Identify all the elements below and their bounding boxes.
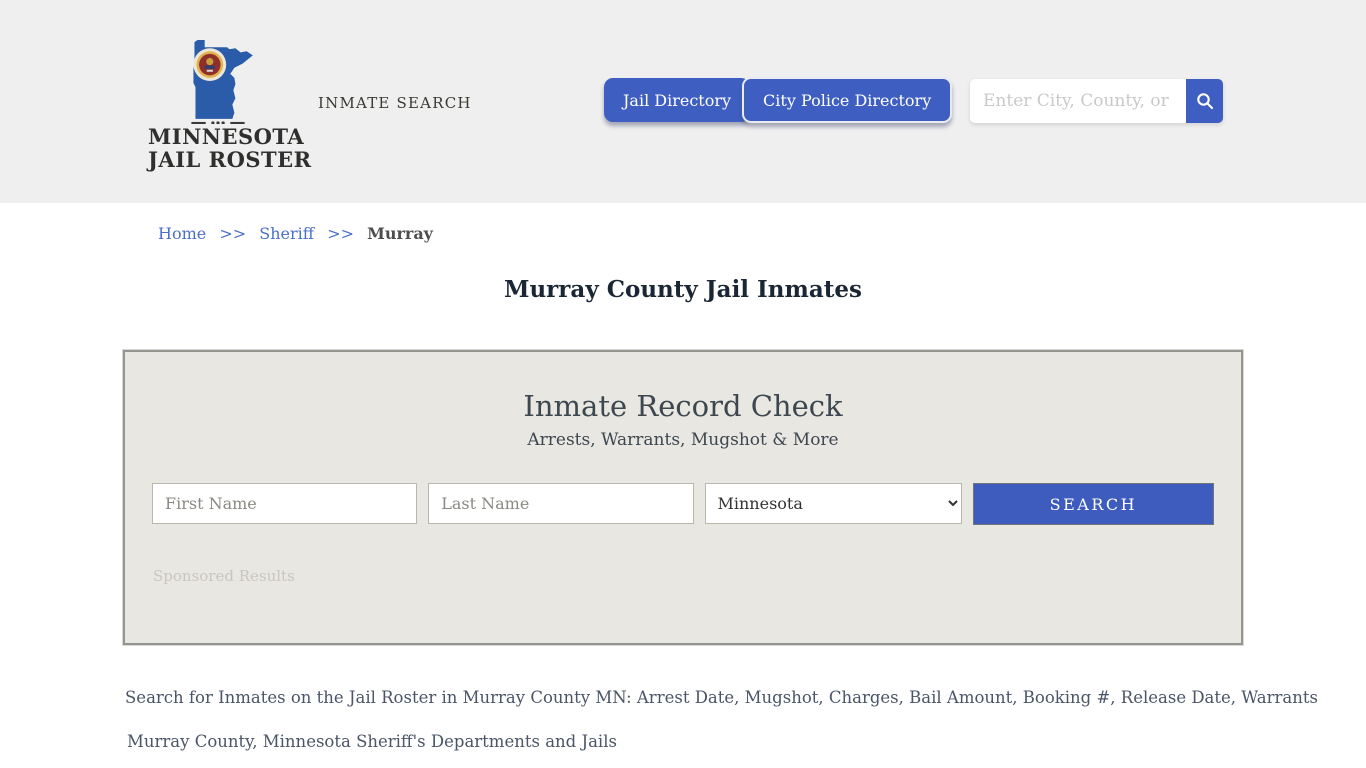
breadcrumb-home-link[interactable]: Home (158, 224, 206, 243)
breadcrumb-separator: >> (219, 224, 246, 243)
breadcrumb-separator: >> (327, 224, 354, 243)
search-icon (1195, 91, 1215, 111)
footer-county-line: Murray County, Minnesota Sheriff's Depar… (127, 732, 1366, 751)
search-submit-button[interactable]: SEARCH (973, 483, 1214, 525)
jail-directory-button[interactable]: Jail Directory (604, 78, 750, 122)
header: MINNESOTA JAIL ROSTER INMATE SEARCH Jail… (0, 0, 1366, 203)
city-police-directory-button[interactable]: City Police Directory (742, 77, 952, 123)
breadcrumb-current-murray: Murray (367, 224, 433, 243)
header-nav: Jail Directory City Police Directory (604, 78, 952, 123)
state-select[interactable]: Minnesota (705, 483, 962, 524)
last-name-input[interactable] (428, 483, 693, 524)
facility-search-button[interactable] (1186, 79, 1223, 123)
breadcrumb: Home >> Sheriff >> Murray (158, 224, 1366, 243)
inmate-search-form: Minnesota SEARCH (152, 483, 1214, 525)
inmate-search-label: INMATE SEARCH (318, 94, 472, 112)
first-name-input[interactable] (152, 483, 417, 524)
inmate-record-check-panel: Inmate Record Check Arrests, Warrants, M… (123, 350, 1243, 645)
facility-search-input[interactable] (970, 79, 1186, 123)
minnesota-state-icon (179, 38, 257, 124)
site-logo[interactable]: MINNESOTA JAIL ROSTER (148, 38, 288, 171)
sponsored-results-label: Sponsored Results (153, 567, 1241, 585)
breadcrumb-sheriff-link[interactable]: Sheriff (259, 224, 314, 243)
panel-subheading: Arrests, Warrants, Mugshot & More (125, 430, 1241, 450)
footer-description-line: Search for Inmates on the Jail Roster in… (125, 688, 1366, 707)
logo-text-line1: MINNESOTA (148, 126, 288, 149)
panel-heading: Inmate Record Check (125, 389, 1241, 423)
logo-text-line2: JAIL ROSTER (148, 149, 288, 172)
page-title: Murray County Jail Inmates (0, 276, 1366, 303)
header-search (970, 79, 1223, 123)
